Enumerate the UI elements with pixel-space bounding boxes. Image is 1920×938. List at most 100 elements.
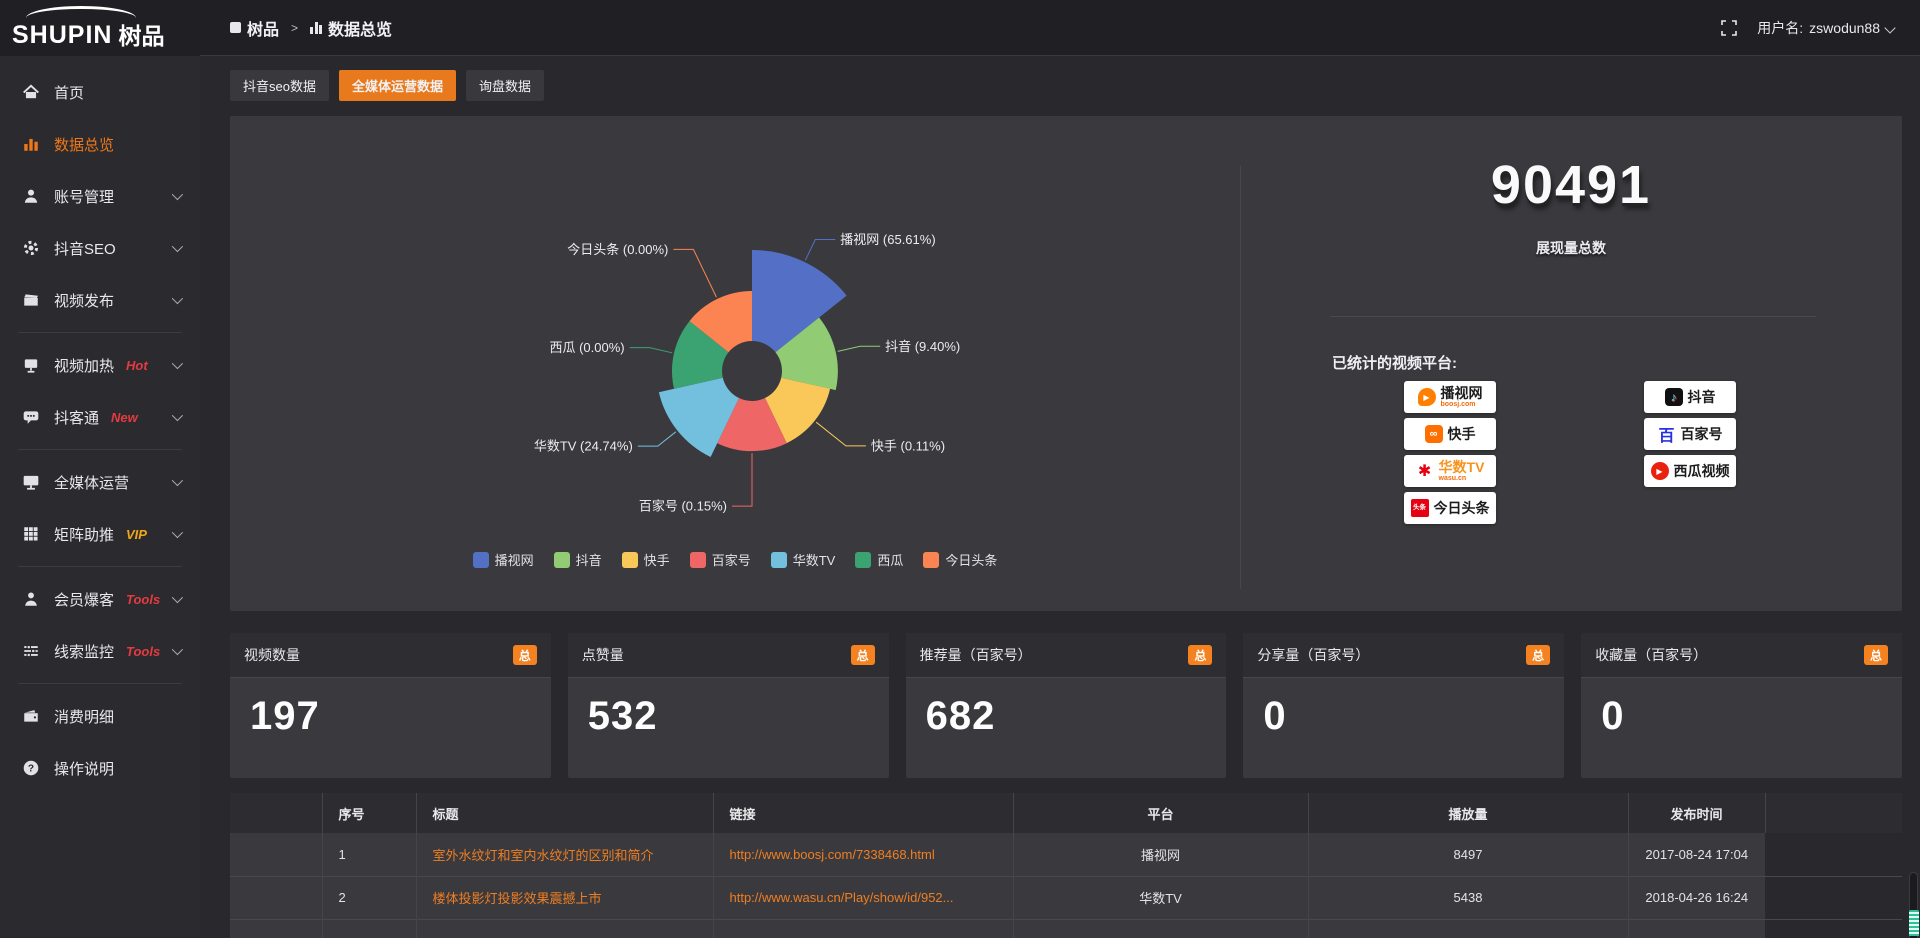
platform-badge: ▶西瓜视频	[1644, 455, 1736, 487]
data-tabs: 抖音seo数据全媒体运营数据询盘数据	[230, 70, 1902, 101]
table-header-row: 序号标题链接平台播放量发布时间	[230, 793, 1902, 833]
stat-card-body: 0	[1581, 678, 1902, 739]
clapper-icon	[22, 291, 40, 309]
breadcrumb-root[interactable]: 树品	[247, 16, 279, 40]
platform-badge: ∞快手	[1404, 418, 1496, 450]
table-row: 1室外水纹灯和室内水纹灯的区别和简介http://www.boosj.com/7…	[230, 833, 1902, 876]
kuaishou-logo: ∞	[1425, 425, 1443, 443]
sidebar-item-6[interactable]: 视频加热 Hot	[0, 339, 200, 391]
platform-name: 今日头条	[1434, 501, 1490, 516]
sidebar-item-9[interactable]: 矩阵助推VIP	[0, 508, 200, 560]
url-link[interactable]: http://www.wasu.cn/Play/show/id/952...	[730, 890, 1013, 905]
breadcrumb-current[interactable]: 数据总览	[328, 16, 392, 40]
column-header-4: 平台	[1013, 793, 1308, 833]
platform-cell: 华数TV	[1013, 876, 1308, 919]
platform-name: 西瓜视频	[1674, 464, 1730, 479]
total-badge[interactable]: 总	[1864, 645, 1888, 665]
user-menu[interactable]: 用户名: zswodun88	[1757, 18, 1894, 38]
main-content: 抖音seo数据全媒体运营数据询盘数据 播视网 (65.61%)抖音 (9.40%…	[200, 56, 1920, 938]
home-icon	[22, 83, 40, 101]
bar-chart-icon	[22, 135, 40, 153]
stat-card-label: 推荐量（百家号）	[920, 645, 1032, 665]
legend-swatch	[923, 552, 939, 568]
sidebar-item-1[interactable]: 首页	[0, 66, 200, 118]
plays-cell	[1308, 919, 1628, 938]
pie-label: 华数TV (24.74%)	[534, 439, 633, 454]
checkbox-cell	[230, 833, 322, 876]
pie-label: 播视网 (65.61%)	[840, 232, 935, 247]
sidebar-item-12[interactable]: 消费明细	[0, 690, 200, 742]
legend-label: 百家号	[712, 550, 751, 569]
column-header-5: 播放量	[1308, 793, 1628, 833]
sidebar-divider	[18, 566, 182, 567]
sidebar-item-3[interactable]: 账号管理	[0, 170, 200, 222]
legend-item-2[interactable]: 抖音	[554, 550, 602, 569]
sidebar-divider	[18, 332, 182, 333]
stat-card-label: 点赞量	[582, 645, 624, 665]
tab-2[interactable]: 全媒体运营数据	[339, 70, 456, 101]
topbar: 树品 > 数据总览 用户名: zswodun88	[200, 0, 1920, 56]
legend-item-4[interactable]: 百家号	[690, 550, 751, 569]
platform-domain: wasu.cn	[1439, 475, 1467, 483]
sidebar-item-4[interactable]: 抖音SEO	[0, 222, 200, 274]
chat-icon	[22, 408, 40, 426]
stat-card-value: 0	[1601, 694, 1624, 738]
platform-name: 百家号	[1681, 427, 1723, 442]
sidebar-nav: 首页数据总览账号管理抖音SEO 视频发布视频加热 Hot 抖客通New 全媒体运营矩阵助…	[0, 56, 200, 794]
title-cell: 室外水纹灯和室内水纹灯的区别和简介	[416, 833, 713, 876]
sliders-icon	[22, 642, 40, 660]
sidebar-item-7[interactable]: 抖客通New	[0, 391, 200, 443]
platform-domain: boosj.com	[1441, 401, 1476, 409]
chevron-down-icon	[172, 475, 183, 486]
table-row: 2 楼体投影灯投影效果震撼上市 http://www.wasu.cn/Play/sh…	[230, 876, 1902, 919]
sidebar-item-tag: New	[111, 410, 138, 425]
title-cell: 楼体投影灯投影效果震撼上市	[416, 876, 713, 919]
legend-item-5[interactable]: 华数TV	[771, 550, 836, 569]
summary-stats: 90491 展现量总数 已统计的视频平台: ▶播视网boosj.com∞快手✱华…	[1240, 116, 1902, 611]
platform-badge: 百百家号	[1644, 418, 1736, 450]
sidebar-item-2[interactable]: 数据总览	[0, 118, 200, 170]
tab-3[interactable]: 询盘数据	[466, 70, 544, 101]
chevron-down-icon	[172, 241, 183, 252]
boosj-logo: ▶	[1418, 388, 1436, 406]
legend-label: 播视网	[495, 550, 534, 569]
column-header-6: 发布时间	[1628, 793, 1765, 833]
sidebar-item-10[interactable]: 会员爆客Tools	[0, 573, 200, 625]
legend-item-1[interactable]: 播视网	[473, 550, 534, 569]
platform-badge: ♪抖音	[1644, 381, 1736, 413]
url-link[interactable]: http://www.boosj.com/7338468.html	[730, 847, 1013, 862]
sidebar-item-label: 消费明细	[54, 706, 114, 727]
sidebar-item-5[interactable]: 视频发布	[0, 274, 200, 326]
sidebar-item-label: 视频发布	[54, 290, 114, 311]
legend-item-7[interactable]: 今日头条	[923, 550, 997, 569]
fullscreen-icon[interactable]	[1721, 20, 1737, 36]
stat-card-body: 0	[1243, 678, 1564, 739]
stat-card-label: 分享量（百家号）	[1257, 645, 1369, 665]
chevron-down-icon	[172, 189, 183, 200]
title-link[interactable]: 楼体投影灯投影效果震撼上市	[433, 888, 713, 907]
total-badge[interactable]: 总	[1526, 645, 1550, 665]
total-badge[interactable]: 总	[851, 645, 875, 665]
chevron-down-icon	[172, 527, 183, 538]
pie-label-line	[805, 240, 835, 261]
scroll-widget[interactable]	[1909, 910, 1919, 936]
index-cell: 2	[322, 876, 416, 919]
total-badge[interactable]: 总	[513, 645, 537, 665]
sidebar-item-11[interactable]: 线索监控Tools	[0, 625, 200, 677]
chevron-down-icon	[172, 410, 183, 421]
sidebar-item-label: 首页	[54, 82, 84, 103]
stat-card-3: 推荐量（百家号）总682	[906, 633, 1227, 778]
platform-badge: ▶播视网boosj.com	[1404, 381, 1496, 413]
total-badge[interactable]: 总	[1188, 645, 1212, 665]
sidebar-item-8[interactable]: 全媒体运营	[0, 456, 200, 508]
sidebar-item-tag: Hot	[126, 358, 148, 373]
legend-label: 抖音	[576, 550, 602, 569]
sidebar-divider	[18, 449, 182, 450]
legend-item-3[interactable]: 快手	[622, 550, 670, 569]
link-cell: http://www.wasu.cn/Play/show/id/952...	[713, 876, 1013, 919]
sidebar-item-13[interactable]: ?操作说明	[0, 742, 200, 794]
sidebar-item-label: 视频加热	[54, 355, 114, 376]
tab-1[interactable]: 抖音seo数据	[230, 70, 329, 101]
legend-item-6[interactable]: 西瓜	[855, 550, 903, 569]
title-link[interactable]: 室外水纹灯和室内水纹灯的区别和简介	[433, 845, 713, 864]
